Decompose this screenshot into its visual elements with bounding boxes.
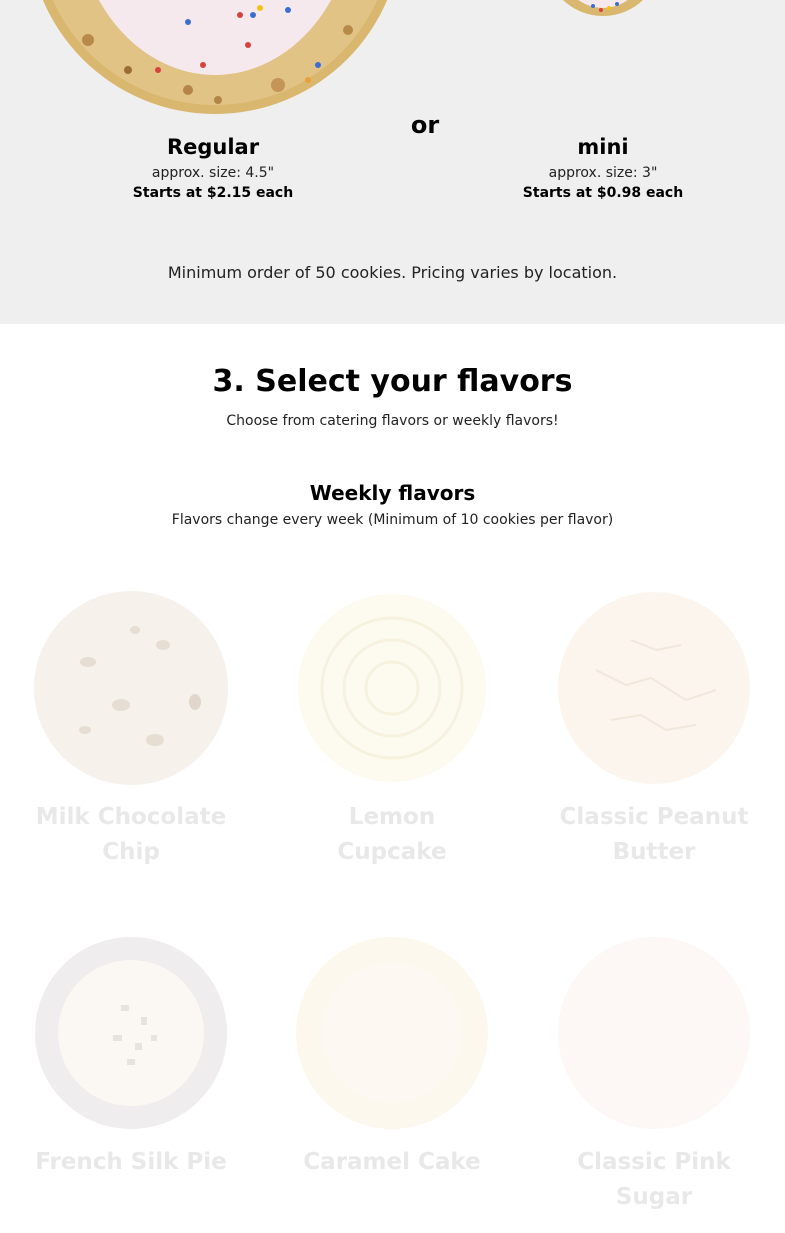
flavor-card-classic-pink-sugar[interactable]: Classic Pink Sugar [534, 935, 774, 1215]
flavor-name: French Silk Pie [35, 1149, 227, 1175]
regular-size-approx: approx. size: 4.5" [151, 165, 275, 181]
flavors-section-subtitle: Choose from catering flavors or weekly f… [226, 413, 559, 429]
weekly-flavors-title: Weekly flavors [309, 481, 476, 505]
flavor-card-french-silk-pie[interactable]: French Silk Pie [11, 935, 251, 1180]
lemon-cupcake-cookie-image [298, 594, 486, 782]
regular-cookie-image[interactable] [28, 0, 402, 114]
french-silk-pie-cookie-image [35, 937, 227, 1129]
size-separator: or [410, 111, 440, 139]
flavor-name: Classic Pink Sugar [577, 1149, 731, 1210]
milk-chocolate-chip-cookie-image [34, 591, 228, 785]
regular-size-name: Regular [166, 135, 260, 159]
pink-sugar-cookie-image [558, 937, 750, 1129]
mini-size-price: Starts at $0.98 each [522, 185, 684, 201]
flavor-card-classic-peanut-butter[interactable]: Classic Peanut Butter [534, 590, 774, 870]
peanut-butter-cookie-image [558, 592, 750, 784]
flavor-card-milk-chocolate-chip[interactable]: Milk Chocolate Chip [11, 590, 251, 870]
weekly-flavors-subtitle: Flavors change every week (Minimum of 10… [171, 512, 614, 528]
flavor-name: Caramel Cake [303, 1149, 481, 1175]
caramel-cake-cookie-image [296, 937, 488, 1129]
flavors-section-title: 3. Select your flavors [212, 364, 573, 399]
mini-size-approx: approx. size: 3" [548, 165, 658, 181]
mini-size-option[interactable]: mini approx. size: 3" Starts at $0.98 ea… [503, 134, 703, 202]
mini-cookie-image[interactable] [545, 0, 661, 16]
flavor-card-caramel-cake[interactable]: Caramel Cake [272, 935, 512, 1180]
flavor-name: Lemon Cupcake [337, 804, 447, 865]
regular-size-option[interactable]: Regular approx. size: 4.5" Starts at $2.… [113, 134, 313, 202]
cookie-size-section: Regular approx. size: 4.5" Starts at $2.… [0, 0, 785, 324]
mini-size-name: mini [577, 135, 629, 159]
minimum-order-note: Minimum order of 50 cookies. Pricing var… [167, 263, 618, 282]
flavor-card-lemon-cupcake[interactable]: Lemon Cupcake [272, 590, 512, 870]
flavor-name: Milk Chocolate Chip [35, 804, 227, 865]
flavor-name: Classic Peanut Butter [559, 804, 749, 865]
regular-size-price: Starts at $2.15 each [132, 185, 294, 201]
